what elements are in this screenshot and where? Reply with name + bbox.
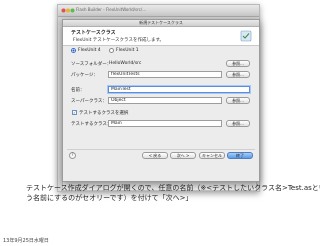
flexunit1-label: FlexUnit 1 xyxy=(116,48,139,53)
caption-line-1: テストケース作成ダイアログが開くので、任意の名前（※<テストしたいクラス名>Te… xyxy=(26,184,320,192)
finish-button[interactable]: 終了 xyxy=(227,152,253,159)
next-button[interactable]: 次へ > xyxy=(170,152,196,159)
ide-window-title: Flash Builder - FlexUnitWorld/src/... xyxy=(76,7,147,12)
slide-date: 13年9月25日水曜日 xyxy=(3,238,49,244)
class-to-test-browse-button[interactable]: 参照... xyxy=(226,120,250,127)
new-testcase-dialog: 新規テストケースクラス テストケースクラス FlexUnit テストケースクラス… xyxy=(62,19,260,182)
help-icon[interactable]: ? xyxy=(69,152,76,159)
slide-caption: テストケース作成ダイアログが開くので、任意の名前（※<テストしたいクラス名>Te… xyxy=(26,183,320,203)
name-field[interactable]: MainTest xyxy=(108,86,250,93)
class-to-test-label: テストするクラス： xyxy=(71,122,112,127)
class-to-test-field[interactable]: Main xyxy=(108,120,222,127)
header-description: FlexUnit テストケースクラスを作成します。 xyxy=(73,38,165,43)
back-button[interactable]: < 戻る xyxy=(142,152,168,159)
source-folder-value: HelloWorld/src xyxy=(109,61,142,66)
window-controls-icon[interactable] xyxy=(61,8,75,13)
header-title: テストケースクラス xyxy=(71,30,116,36)
flexunit4-radio[interactable] xyxy=(71,48,76,53)
flexunit4-label: FlexUnit 4 xyxy=(78,48,101,53)
select-class-checkbox[interactable]: ✓ xyxy=(72,110,77,115)
name-label: 名前： xyxy=(71,88,85,93)
testcase-wizard-icon xyxy=(240,30,252,42)
caption-line-2: う名前にするのがセオリーです）を付けて「次へ>」 xyxy=(26,194,193,202)
dialog-titlebar: 新規テストケースクラス xyxy=(63,20,259,27)
dialog-header: テストケースクラス FlexUnit テストケースクラスを作成します。 xyxy=(63,27,259,46)
flexunit1-radio[interactable] xyxy=(109,48,114,53)
select-class-label: テストするクラスを選択 xyxy=(79,111,129,116)
package-browse-button[interactable]: 参照... xyxy=(226,71,250,78)
package-field[interactable]: flexUnitTests xyxy=(108,71,222,78)
superclass-browse-button[interactable]: 参照... xyxy=(226,97,250,104)
package-label: パッケージ： xyxy=(71,73,98,78)
dialog-title: 新規テストケースクラス xyxy=(139,20,183,25)
superclass-field[interactable]: Object xyxy=(108,97,222,104)
footer-separator xyxy=(67,149,255,150)
ide-titlebar: Flash Builder - FlexUnitWorld/src/... xyxy=(58,5,259,17)
source-folder-label: ソースフォルダー： xyxy=(71,62,112,67)
cancel-button[interactable]: キャンセル xyxy=(199,152,225,159)
superclass-label: スーパークラス： xyxy=(71,99,107,104)
source-folder-browse-button[interactable]: 参照... xyxy=(226,60,250,67)
